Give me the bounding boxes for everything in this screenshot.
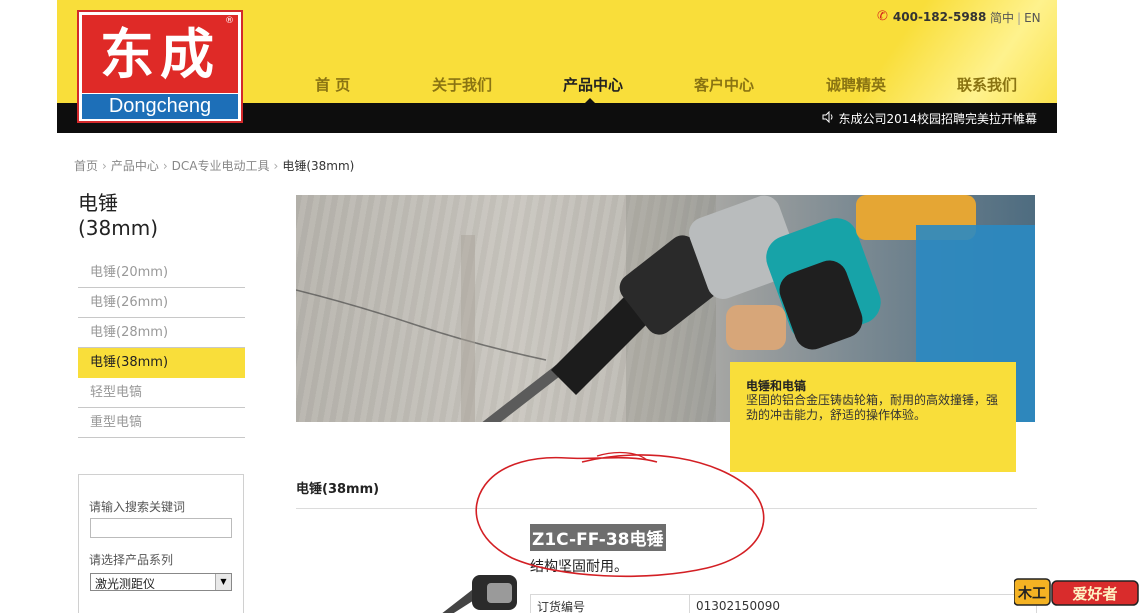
- breadcrumb-home[interactable]: 首页: [74, 157, 98, 174]
- logo-red-panel: 东成 ®: [82, 15, 238, 93]
- sidebar-item-hammer-20mm[interactable]: 电锤(20mm): [78, 258, 245, 288]
- nav-careers[interactable]: 诚聘精英: [826, 74, 886, 95]
- right-gutter: [1057, 0, 1145, 613]
- spec-table: 订货编号 01302150090: [530, 594, 1037, 613]
- logo-english-text: Dongcheng: [82, 94, 238, 119]
- series-select[interactable]: 激光测距仪 ▼: [90, 573, 232, 591]
- nav-customer[interactable]: 客户中心: [694, 74, 754, 95]
- language-switcher: 简中 | EN: [990, 9, 1041, 26]
- table-row: 订货编号 01302150090: [530, 594, 1037, 613]
- lang-en-link[interactable]: EN: [1024, 11, 1041, 25]
- main-nav: 首 页 关于我们 产品中心 客户中心 诚聘精英 联系我们: [277, 74, 1057, 103]
- chevron-down-icon[interactable]: ▼: [215, 574, 231, 590]
- section-title: 电锤(38mm): [296, 482, 380, 497]
- sidebar-item-hammer-26mm[interactable]: 电锤(26mm): [78, 288, 245, 318]
- series-label: 请选择产品系列: [89, 553, 174, 567]
- search-label: 请输入搜索关键词: [89, 500, 186, 514]
- watermark-text: 爱好者: [1072, 585, 1117, 603]
- sidebar-menu: 电锤(20mm) 电锤(26mm) 电锤(28mm) 电锤(38mm) 轻型电镐…: [78, 258, 245, 438]
- nav-products[interactable]: 产品中心: [563, 74, 623, 95]
- product-search-panel: 请输入搜索关键词 请选择产品系列 激光测距仪 ▼: [78, 474, 244, 613]
- hotline: ✆ 400-182-5988: [877, 9, 986, 24]
- sidebar-item-hammer-38mm[interactable]: 电锤(38mm): [78, 348, 245, 378]
- lang-cn-link[interactable]: 简中: [990, 11, 1014, 25]
- sidebar-item-light-breaker[interactable]: 轻型电镐: [78, 378, 245, 408]
- red-annotation-circle: [475, 451, 765, 578]
- hero-caption-body: 坚固的铝合金压铸齿轮箱，耐用的高效撞锤，强劲的冲击能力，舒适的操作体验。: [746, 393, 999, 422]
- breadcrumb: 首页 › 产品中心 › DCA专业电动工具 › 电锤(38mm): [74, 157, 354, 174]
- breadcrumb-separator-icon: ›: [102, 158, 107, 173]
- sidebar-title-line2: (38mm): [78, 216, 159, 240]
- sidebar-item-heavy-breaker[interactable]: 重型电镐: [78, 408, 245, 438]
- brand-logo[interactable]: 东成 ® Dongcheng: [77, 10, 243, 123]
- hotline-number: 400-182-5988: [892, 9, 987, 24]
- speaker-icon: [822, 110, 834, 126]
- sidebar-item-hammer-28mm[interactable]: 电锤(28mm): [78, 318, 245, 348]
- search-input[interactable]: [90, 518, 232, 538]
- breadcrumb-current: 电锤(38mm): [282, 159, 355, 173]
- series-select-value: 激光测距仪: [95, 577, 156, 591]
- registered-mark: ®: [225, 16, 234, 26]
- nav-contact[interactable]: 联系我们: [957, 74, 1017, 95]
- spec-value: 01302150090: [689, 594, 1037, 613]
- sidebar-title: 电锤 (38mm): [78, 191, 158, 241]
- site-watermark: 木工 爱好者: [1013, 577, 1139, 607]
- page: ✆ 400-182-5988 简中 | EN 首 页 关于我们 产品中心 客户中心 …: [57, 0, 1057, 613]
- logo-chinese-text: 东成: [100, 22, 220, 86]
- sidebar-title-line1: 电锤: [78, 191, 118, 215]
- breadcrumb-category[interactable]: DCA专业电动工具: [172, 157, 270, 174]
- breadcrumb-separator-icon: ›: [273, 158, 279, 173]
- watermark-badge-text: 木工: [1017, 585, 1046, 602]
- phone-icon: ✆: [877, 9, 888, 24]
- lang-separator: |: [1017, 11, 1022, 25]
- spec-label: 订货编号: [530, 594, 690, 613]
- breadcrumb-separator-icon: ›: [162, 158, 168, 173]
- news-headline: 东成公司2014校园招聘完美拉开帷幕: [838, 112, 1037, 126]
- watermark-logo-icon: 木工 爱好者: [1013, 578, 1139, 606]
- hero-caption-title: 电锤和电镐: [746, 379, 807, 393]
- left-gutter: [0, 0, 57, 613]
- breadcrumb-products[interactable]: 产品中心: [111, 157, 159, 174]
- news-ticker[interactable]: 东成公司2014校园招聘完美拉开帷幕: [822, 110, 1037, 127]
- nav-home[interactable]: 首 页: [315, 74, 350, 95]
- nav-about[interactable]: 关于我们: [432, 74, 492, 95]
